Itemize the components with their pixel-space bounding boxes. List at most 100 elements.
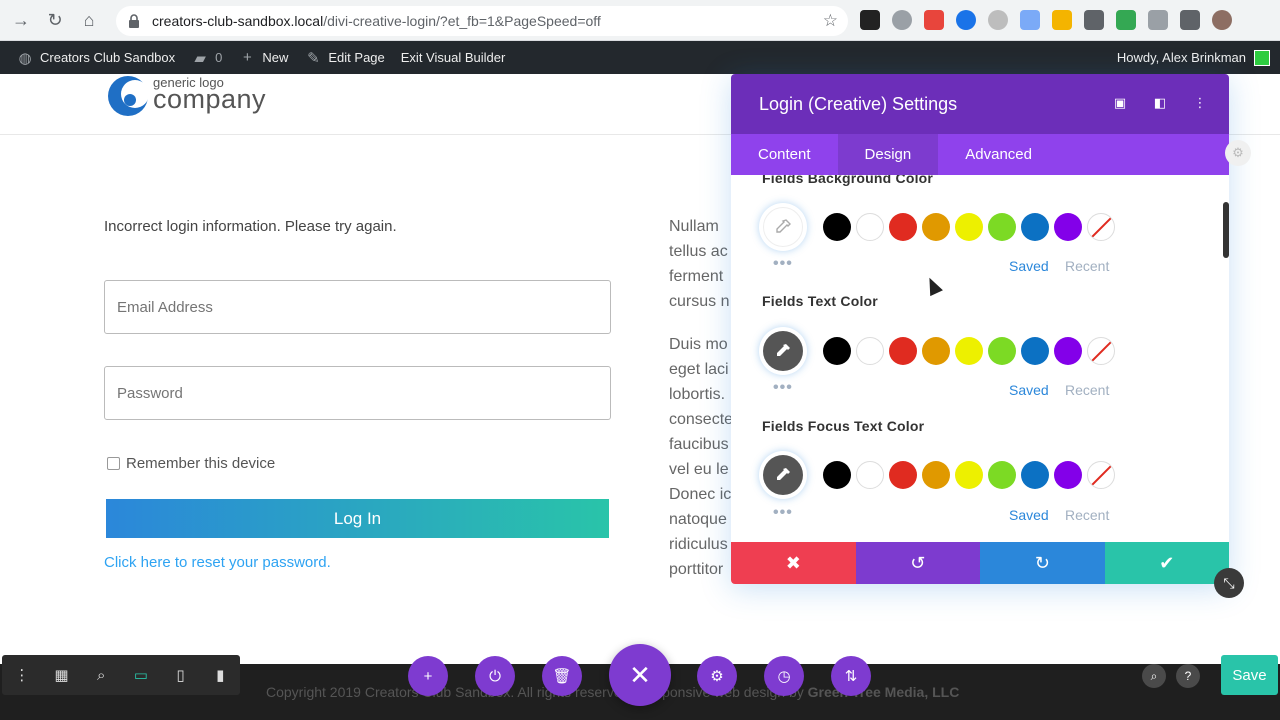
more-dots-icon[interactable]: ••• <box>773 379 793 397</box>
password-input[interactable] <box>104 366 611 420</box>
phone-view-icon[interactable]: ▮ <box>200 666 240 684</box>
save-settings-button[interactable]: ✔ <box>1104 542 1229 584</box>
desktop-view-icon[interactable]: ▭ <box>121 666 161 684</box>
address-bar[interactable]: creators-club-sandbox.local/divi-creativ… <box>116 6 848 36</box>
gear-extension-icon[interactable] <box>892 10 912 30</box>
swatch-red[interactable] <box>889 461 917 489</box>
saved-colors-tab[interactable]: Saved <box>1009 258 1049 274</box>
swatch-black[interactable] <box>823 213 851 241</box>
saved-colors-tab[interactable]: Saved <box>1009 507 1049 523</box>
home-icon[interactable]: ⌂ <box>76 7 102 33</box>
saved-colors-tab[interactable]: Saved <box>1009 382 1049 398</box>
swatch-green[interactable] <box>988 337 1016 365</box>
redo-button[interactable]: ↻ <box>980 542 1105 584</box>
undo-button[interactable]: ↺ <box>855 542 980 584</box>
login-button[interactable]: Log In <box>106 499 609 538</box>
green-extension-icon[interactable] <box>1116 10 1136 30</box>
swatch-green[interactable] <box>988 213 1016 241</box>
more-dots-icon[interactable]: ••• <box>773 255 793 273</box>
recent-colors-tab[interactable]: Recent <box>1065 382 1109 398</box>
color-picker-fields-text[interactable] <box>759 327 807 375</box>
modal-scrollbar[interactable] <box>1223 202 1229 258</box>
admin-new-link[interactable]: + New <box>238 49 288 67</box>
tb-extension-icon[interactable] <box>1084 10 1104 30</box>
swatch-blue[interactable] <box>1021 337 1049 365</box>
k-extension-icon[interactable] <box>988 10 1008 30</box>
swatch-black[interactable] <box>823 461 851 489</box>
wireframe-icon[interactable]: ▦ <box>42 666 82 684</box>
recent-colors-tab[interactable]: Recent <box>1065 258 1109 274</box>
red-extension-icon[interactable] <box>924 10 944 30</box>
load-layout-button[interactable]: ⏻ <box>475 656 515 696</box>
chart-extension-icon[interactable] <box>1052 10 1072 30</box>
layers-extension-icon[interactable] <box>860 10 880 30</box>
admin-exit-builder-link[interactable]: Exit Visual Builder <box>401 50 506 65</box>
tab-design[interactable]: Design <box>837 134 939 175</box>
recent-colors-tab[interactable]: Recent <box>1065 507 1109 523</box>
admin-comments-link[interactable]: ▰ 0 <box>191 49 222 67</box>
swatch-none[interactable] <box>1087 461 1115 489</box>
add-module-button[interactable]: + <box>408 656 448 696</box>
search-button[interactable]: ⌕ <box>1142 664 1166 688</box>
swatch-orange[interactable] <box>922 337 950 365</box>
email-input[interactable] <box>104 280 611 334</box>
color-picker-fields-focus-text[interactable] <box>759 451 807 499</box>
admin-edit-page-link[interactable]: ✎ Edit Page <box>304 49 385 67</box>
swatch-green[interactable] <box>988 461 1016 489</box>
swatch-none[interactable] <box>1087 213 1115 241</box>
admin-site-link[interactable]: ◍ Creators Club Sandbox <box>16 49 175 67</box>
swatch-purple[interactable] <box>1054 337 1082 365</box>
swatch-orange[interactable] <box>922 213 950 241</box>
swatch-none[interactable] <box>1087 337 1115 365</box>
swatch-black[interactable] <box>823 337 851 365</box>
swatch-red[interactable] <box>889 337 917 365</box>
swatch-yellow[interactable] <box>955 461 983 489</box>
swatch-orange[interactable] <box>922 461 950 489</box>
resize-icon[interactable]: ⤡ <box>1214 568 1244 598</box>
swatch-white[interactable] <box>856 213 884 241</box>
swatch-white[interactable] <box>856 461 884 489</box>
swatch-purple[interactable] <box>1054 213 1082 241</box>
split-view-icon[interactable]: ◧ <box>1151 94 1169 112</box>
footer-brand[interactable]: Green Tree Media, LLC <box>808 684 960 700</box>
save-page-button[interactable]: Save <box>1221 655 1278 695</box>
swatch-blue[interactable] <box>1021 461 1049 489</box>
profile-avatar[interactable] <box>1212 10 1232 30</box>
tab-content[interactable]: Content <box>731 134 838 175</box>
reload-icon[interactable]: ↻ <box>42 7 68 33</box>
remember-device-checkbox[interactable]: Remember this device <box>107 455 275 472</box>
admin-account-menu[interactable]: Howdy, Alex Brinkman <box>1117 41 1270 74</box>
site-logo[interactable]: generic logo company <box>108 74 278 118</box>
reset-password-link[interactable]: Click here to reset your password. <box>104 554 331 571</box>
clear-layout-button[interactable]: 🗑 <box>542 656 582 696</box>
swatch-yellow[interactable] <box>955 337 983 365</box>
row-settings-icon[interactable]: ⚙ <box>1225 140 1251 166</box>
portability-button[interactable]: ⇅ <box>831 656 871 696</box>
help-button[interactable]: ? <box>1176 664 1200 688</box>
bookmark-star-icon[interactable]: ☆ <box>823 11 838 31</box>
swatch-blue[interactable] <box>1021 213 1049 241</box>
color-picker-fields-bg[interactable] <box>759 203 807 251</box>
tablet-view-icon[interactable]: ▯ <box>161 666 201 684</box>
more-options-icon[interactable]: ⋮ <box>1191 94 1209 112</box>
menu-dots-icon[interactable]: ⋮ <box>2 666 42 684</box>
more-dots-icon[interactable]: ••• <box>773 504 793 522</box>
cast-icon[interactable] <box>1180 10 1200 30</box>
discard-button[interactable]: ✖ <box>731 542 856 584</box>
modal-header[interactable]: Login (Creative) Settings ▣ ◧ ⋮ <box>731 74 1229 134</box>
zoom-icon[interactable]: ⌕ <box>81 667 121 684</box>
forward-icon[interactable]: → <box>8 7 34 33</box>
tab-advanced[interactable]: Advanced <box>938 134 1059 175</box>
swatch-yellow[interactable] <box>955 213 983 241</box>
image-extension-icon[interactable] <box>1020 10 1040 30</box>
checkbox-box[interactable] <box>107 457 120 470</box>
history-button[interactable]: ◷ <box>764 656 804 696</box>
code-extension-icon[interactable] <box>1148 10 1168 30</box>
swatch-white[interactable] <box>856 337 884 365</box>
close-builder-button[interactable]: ✕ <box>609 644 671 706</box>
swatch-red[interactable] <box>889 213 917 241</box>
page-settings-button[interactable]: ⚙ <box>697 656 737 696</box>
chat-extension-icon[interactable] <box>956 10 976 30</box>
fullscreen-icon[interactable]: ▣ <box>1111 94 1129 112</box>
swatch-purple[interactable] <box>1054 461 1082 489</box>
